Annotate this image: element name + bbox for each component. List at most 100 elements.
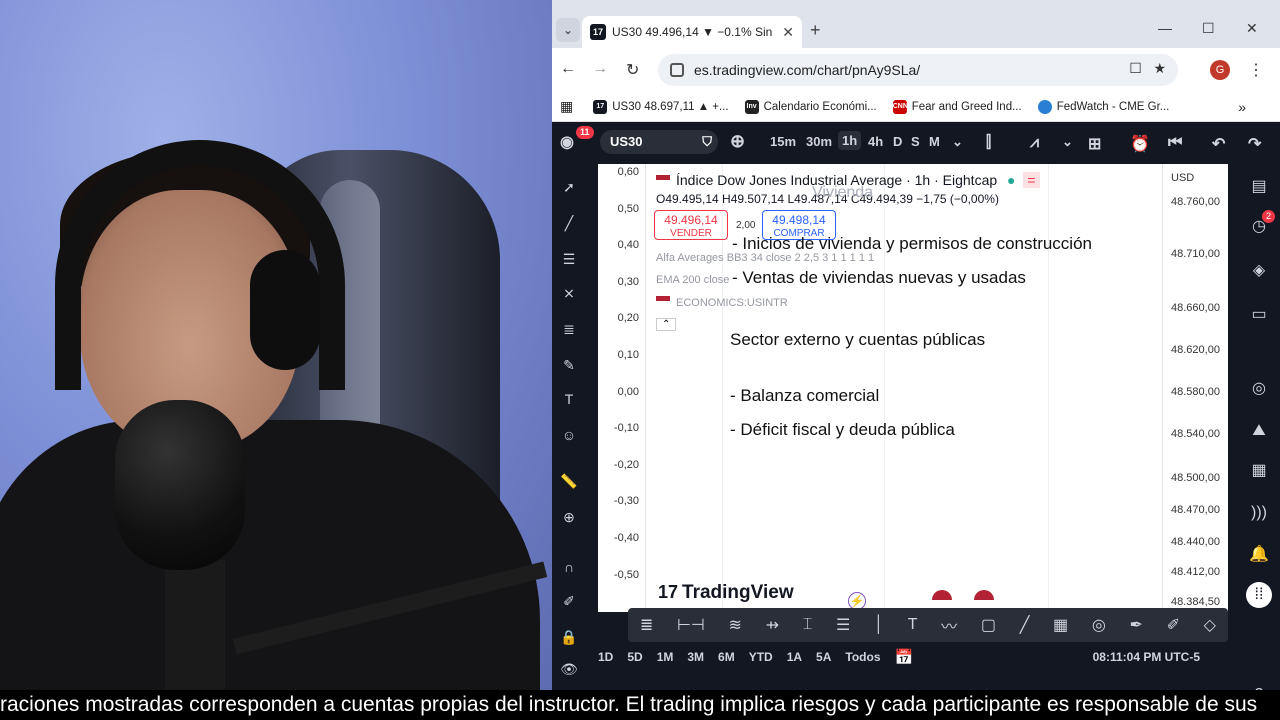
range-todos[interactable]: Todos — [845, 650, 880, 664]
zoom-in-icon[interactable]: ⊕ — [560, 508, 578, 526]
profile-avatar[interactable]: G — [1210, 60, 1230, 80]
range-ytd[interactable]: YTD — [749, 650, 773, 664]
range-5d[interactable]: 5D — [627, 650, 642, 664]
ray-icon[interactable]: ⇸ — [766, 615, 779, 635]
vertical-range-icon[interactable]: ⌶ — [803, 616, 813, 634]
apps-grid-icon[interactable]: ▦ — [560, 98, 573, 115]
close-tab-icon[interactable]: ✕ — [782, 24, 794, 41]
ideas-icon[interactable]: ⛰ — [1248, 420, 1270, 442]
fib-icon[interactable]: ≣ — [640, 615, 653, 635]
chat-icon[interactable]: ▭ — [1248, 304, 1270, 326]
close-window-button[interactable]: ✕ — [1246, 20, 1258, 37]
ruler-icon[interactable]: 📏 — [560, 472, 578, 490]
undo-icon[interactable]: ↶ — [1212, 134, 1225, 154]
circle-icon[interactable]: ◎ — [1092, 615, 1106, 635]
range-1d[interactable]: 1D — [598, 650, 613, 664]
indicator-usintr[interactable]: ECONOMICS:USINTR — [656, 296, 788, 309]
timeframe-30m[interactable]: 30m — [806, 134, 832, 149]
notifications-bell-icon[interactable]: 🔔 — [1248, 544, 1270, 566]
fib-icon[interactable]: ≣ — [560, 320, 578, 338]
sell-button[interactable]: 49.496,14 VENDER — [654, 210, 728, 240]
rectangle-icon[interactable]: ▢ — [981, 615, 996, 635]
bookmark-fedwatch[interactable]: FedWatch - CME Gr... — [1037, 99, 1169, 114]
lines-icon[interactable]: ☰ — [836, 615, 850, 635]
bookmark-us30[interactable]: 17 US30 48.697,11 ▲ +... — [593, 99, 729, 114]
bookmark-calendario[interactable]: Inv Calendario Económi... — [744, 99, 877, 114]
text-icon[interactable]: T — [908, 616, 918, 634]
replay-icon[interactable]: ⏮ — [1168, 134, 1182, 152]
lock-drawing-icon[interactable]: ✐ — [560, 592, 578, 610]
magnet-icon[interactable]: ∩ — [560, 558, 578, 576]
lock-icon[interactable]: 🔒 — [560, 628, 578, 646]
pen-icon[interactable]: ✐ — [1167, 615, 1180, 635]
browser-menu-icon[interactable]: ⋮ — [1248, 60, 1264, 80]
range-1a[interactable]: 1A — [787, 650, 802, 664]
symbol-search[interactable]: US30 ⛉ — [600, 130, 718, 154]
maximize-button[interactable]: ☐ — [1202, 20, 1215, 37]
us-event-icon[interactable] — [974, 590, 994, 610]
bookmark-fear-greed[interactable]: CNN Fear and Greed Ind... — [892, 99, 1022, 114]
grid-icon[interactable]: ▦ — [1053, 615, 1068, 635]
minimize-button[interactable]: — — [1158, 20, 1172, 36]
left-axis-label: -0,30 — [613, 495, 639, 508]
timeframe-m[interactable]: M — [929, 134, 940, 149]
tab-search-button[interactable]: ⌄ — [556, 18, 580, 42]
stream-icon[interactable]: ))) — [1248, 502, 1270, 524]
address-bar[interactable]: es.tradingview.com/chart/pnAy9SLa/ ☐ ★ — [658, 54, 1178, 86]
forward-button[interactable]: → — [592, 60, 608, 78]
collapse-legend-icon[interactable]: ⌃ — [656, 318, 677, 331]
eye-icon[interactable]: 👁 — [560, 660, 578, 678]
trend-line-icon[interactable]: ╱ — [1020, 615, 1030, 635]
range-3m[interactable]: 3M — [687, 650, 704, 664]
cursor-icon[interactable]: ➚ — [560, 178, 578, 196]
alert-icon[interactable]: ⏰ — [1130, 134, 1150, 154]
apps-grid-icon[interactable]: ⁞⁞ — [1246, 582, 1272, 608]
layout-icon[interactable]: ⊞ — [1088, 134, 1101, 154]
target-icon[interactable]: ◎ — [1248, 378, 1270, 400]
browser-tab[interactable]: 17 US30 49.496,14 ▼ −0.1% Sin nombre ✕ — [582, 16, 802, 48]
timeframe-1h[interactable]: 1h — [838, 131, 862, 150]
us-event-icon[interactable] — [932, 590, 952, 610]
vertical-line-icon[interactable]: │ — [874, 616, 884, 634]
range-1m[interactable]: 1M — [657, 650, 674, 664]
go-to-date-icon[interactable]: 📅 — [895, 648, 914, 666]
timeframe-dropdown-icon[interactable]: ⌄ — [952, 134, 963, 150]
new-tab-button[interactable]: + — [810, 20, 821, 41]
brush-icon[interactable]: ✒ — [1129, 615, 1142, 635]
redo-icon[interactable]: ↷ — [1248, 134, 1261, 154]
timeframe-s[interactable]: S — [911, 134, 920, 149]
site-info-icon[interactable] — [670, 63, 684, 77]
bookmark-star-icon[interactable]: ☐ ★ — [1129, 60, 1166, 77]
path-icon[interactable]: ◇ — [1204, 615, 1216, 635]
user-menu-icon[interactable]: ◉ — [560, 132, 574, 152]
horizontal-lines-icon[interactable]: ☰ — [560, 250, 578, 268]
back-button[interactable]: ← — [560, 60, 576, 78]
indicators-icon[interactable]: ⩘ — [1030, 134, 1039, 152]
add-symbol-icon[interactable]: ⊕ — [730, 131, 745, 152]
channel-icon[interactable]: ≋ — [729, 615, 742, 635]
text-icon[interactable]: T — [560, 390, 578, 408]
range-icon[interactable]: ⊢⊣ — [677, 615, 705, 635]
calendar-icon[interactable]: ▦ — [1248, 460, 1270, 482]
timeframe-15m[interactable]: 15m — [770, 134, 796, 149]
candles-icon[interactable]: ⫿ — [986, 134, 991, 152]
chart-area[interactable]: 0,60 0,50 0,40 0,30 0,20 0,10 0,00 -0,10 -0,20 -0… — [598, 164, 1228, 612]
trend-line-icon[interactable]: ╱ — [560, 214, 578, 232]
wave-icon[interactable]: 〰 — [941, 613, 957, 637]
layers-icon[interactable]: ◈ — [1248, 260, 1270, 282]
brush-icon[interactable]: ✎ — [560, 356, 578, 374]
indicator-ema[interactable]: EMA 200 close — [656, 274, 729, 286]
reload-button[interactable]: ↻ — [626, 60, 639, 80]
currency-selector[interactable]: USD — [1171, 172, 1220, 184]
symbol-dropdown-icon[interactable]: ⛉ — [702, 130, 712, 154]
indicators-dropdown-icon[interactable]: ⌄ — [1062, 134, 1073, 150]
range-6m[interactable]: 6M — [718, 650, 735, 664]
timeframe-4h[interactable]: 4h — [868, 134, 883, 149]
chart-clock[interactable]: 08:11:04 PM UTC-5 — [1093, 650, 1200, 664]
range-5a[interactable]: 5A — [816, 650, 831, 664]
timeframe-d[interactable]: D — [893, 134, 902, 149]
more-bookmarks-icon[interactable]: » — [1238, 99, 1246, 115]
watchlist-icon[interactable]: ▤ — [1248, 176, 1270, 198]
pattern-icon[interactable]: ⨯ — [560, 284, 578, 302]
emoji-icon[interactable]: ☺ — [560, 426, 578, 444]
